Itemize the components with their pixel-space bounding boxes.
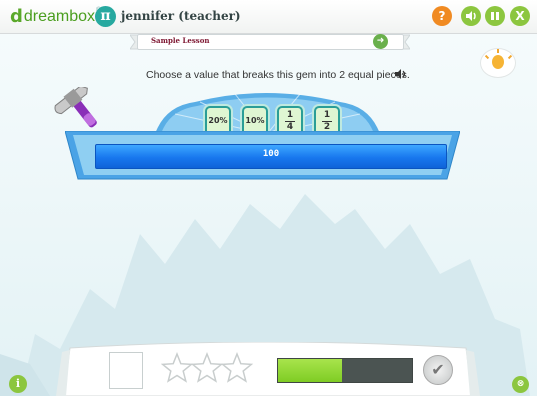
star-icon [220, 351, 254, 383]
fraction-numerator: 1 [286, 109, 294, 120]
next-arrow-button[interactable]: ➜ [373, 34, 388, 49]
submit-check-button[interactable]: ✔ [423, 355, 453, 385]
lightbulb-icon [492, 55, 504, 69]
lesson-banner: Sample Lesson [137, 34, 404, 50]
avatar: π [95, 6, 116, 27]
top-bar: d dreambox ® π jennifer (teacher) ? X [0, 0, 537, 34]
sound-button[interactable] [461, 6, 481, 26]
choice-label: 20% [208, 116, 228, 125]
star-icon [161, 351, 194, 383]
progress-bar [277, 358, 413, 383]
speaker-icon [466, 11, 476, 21]
choice-label: 10% [245, 116, 265, 125]
gem-bar[interactable]: 100 [95, 144, 447, 169]
bulb-ray [484, 54, 490, 60]
progress-fill [278, 359, 343, 382]
close-button[interactable]: X [510, 6, 530, 26]
logo-mark: d [10, 6, 23, 27]
corner-close-button[interactable]: ⊗ [512, 376, 529, 393]
prompt-audio-button[interactable] [395, 69, 407, 82]
lesson-title: Sample Lesson [151, 36, 210, 45]
star-rating [161, 351, 254, 383]
speaker-icon [395, 69, 406, 79]
logo-text: dreambox [23, 8, 96, 25]
bulb-ray [507, 54, 513, 60]
pause-icon [491, 12, 499, 20]
gem-value: 100 [262, 149, 280, 159]
dreambox-logo: d dreambox ® [10, 7, 101, 27]
answer-drop-box[interactable] [109, 352, 143, 389]
user-name: jennifer (teacher) [121, 9, 241, 23]
pause-button[interactable] [485, 6, 505, 26]
hint-button[interactable] [480, 48, 516, 78]
help-button[interactable]: ? [432, 6, 452, 26]
hammer-icon[interactable] [52, 87, 110, 135]
star-icon [190, 351, 224, 383]
info-button[interactable]: i [9, 375, 27, 393]
bulb-ray [497, 49, 499, 53]
question-prompt: Choose a value that breaks this gem into… [146, 69, 410, 81]
fraction-numerator: 1 [323, 109, 331, 120]
